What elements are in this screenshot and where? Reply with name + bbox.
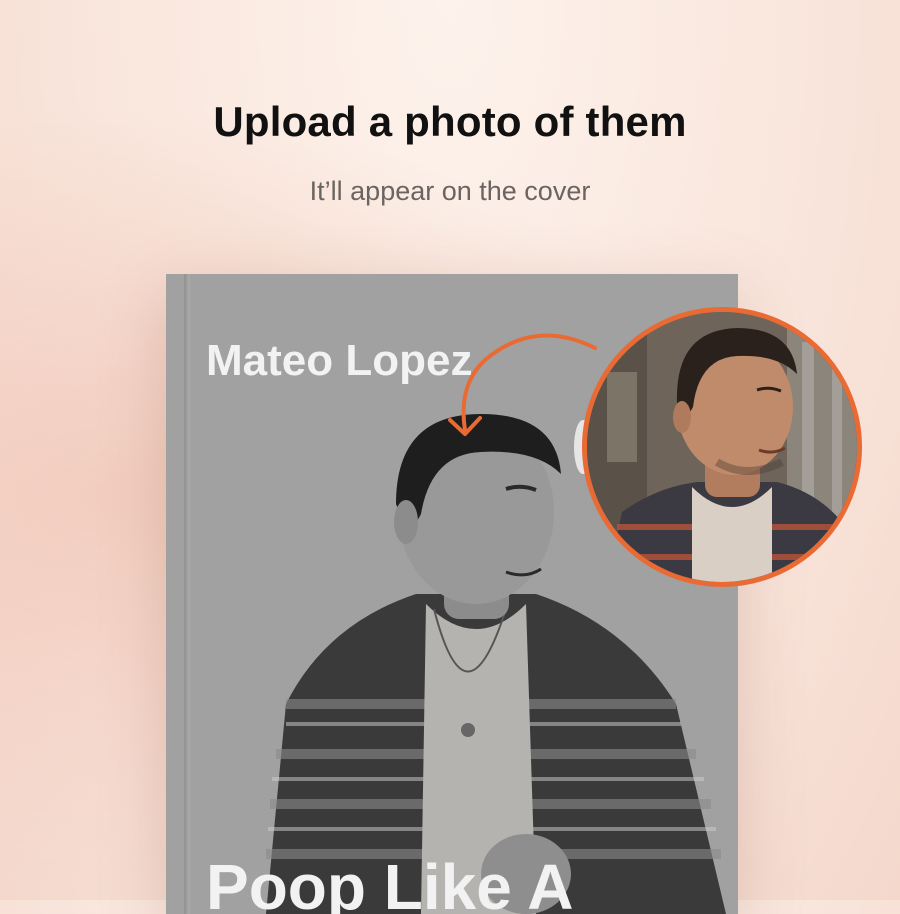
page-title: Upload a photo of them (213, 98, 687, 145)
book-title: Poop Like A (206, 851, 574, 914)
book-spine (184, 274, 190, 914)
uploaded-photo[interactable] (582, 307, 862, 587)
page-subtitle: It’ll appear on the cover (309, 176, 591, 206)
book-author: Mateo Lopez (206, 336, 473, 385)
